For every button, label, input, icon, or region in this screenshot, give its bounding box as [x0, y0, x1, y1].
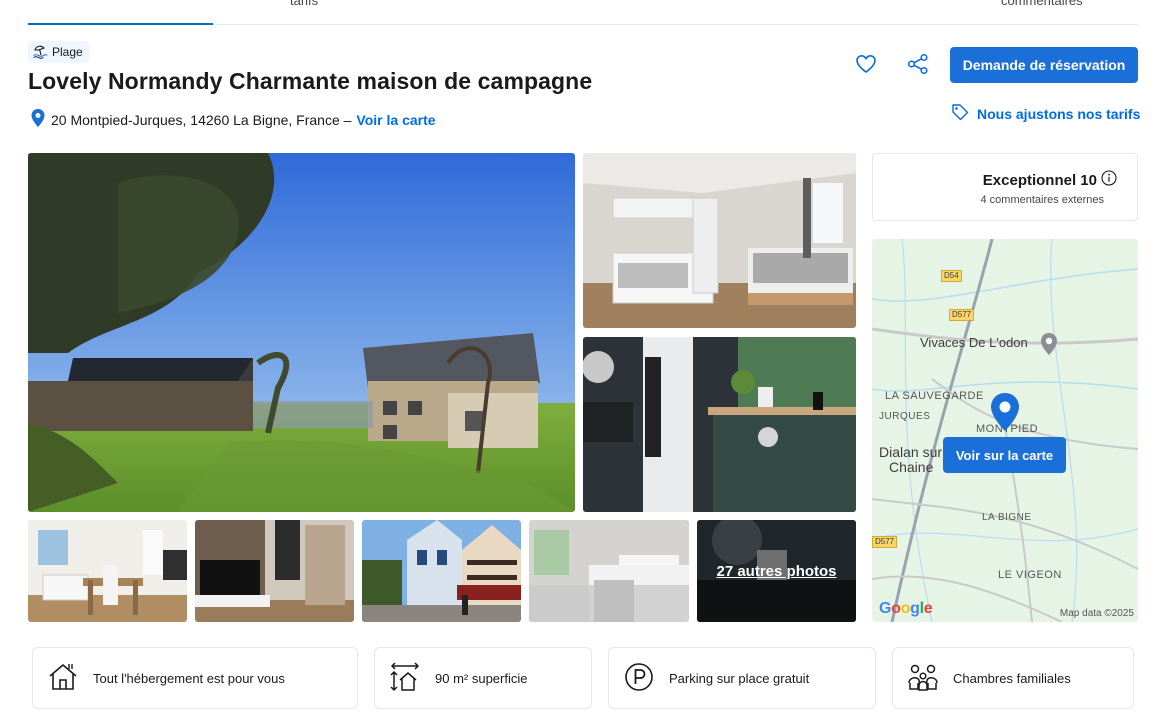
road-d577-south: D577 — [872, 536, 898, 548]
facility-entire-place: Tout l'hébergement est pour vous — [32, 647, 358, 709]
map-place-dialan: Dialan sur — [879, 444, 943, 460]
thumb-bedroom-double[interactable] — [529, 520, 689, 622]
thumb-village[interactable] — [362, 520, 521, 622]
map-place-sauvegarde: LA SAUVEGARDE — [885, 390, 984, 402]
price-match-link[interactable]: Nous ajustons nos tarifs — [951, 103, 1140, 124]
map-place-vigeon: LE VIGEON — [998, 569, 1062, 581]
tab-tarifs[interactable]: tarifs — [290, 0, 318, 8]
facility-label: Tout l'hébergement est pour vous — [93, 670, 285, 686]
info-icon[interactable] — [1101, 170, 1117, 190]
price-match-label: Nous ajustons nos tarifs — [977, 105, 1141, 122]
parking-icon — [623, 661, 655, 696]
active-tab-indicator — [28, 23, 213, 25]
review-score-card[interactable]: Exceptionnel 10 4 commentaires externes — [872, 153, 1138, 221]
road-d577-north: D577 — [949, 309, 975, 321]
facility-label: Parking sur place gratuit — [669, 670, 810, 686]
location-pin-icon — [30, 108, 46, 131]
house-icon — [47, 661, 79, 696]
map-place-chaine: Chaine — [889, 459, 934, 475]
price-tag-icon — [951, 103, 969, 124]
road-d54: D54 — [941, 270, 962, 282]
favorite-button[interactable] — [851, 51, 881, 81]
photo-bedroom-bunk[interactable] — [583, 153, 856, 328]
thumb-dining[interactable] — [28, 520, 187, 622]
map-poi-icon — [1039, 332, 1059, 356]
share-icon — [906, 52, 930, 81]
more-photos-tile[interactable]: 27 autres photos — [697, 520, 856, 622]
beach-icon — [32, 43, 48, 62]
property-location-pin-icon — [989, 392, 1021, 432]
facility-label: 90 m² superficie — [435, 670, 528, 686]
tab-commentaires[interactable]: commentaires — [1001, 0, 1083, 8]
property-title: Lovely Normandy Charmante maison de camp… — [28, 68, 593, 94]
share-button[interactable] — [903, 51, 933, 81]
facility-label: Chambres familiales — [953, 670, 1071, 686]
photo-bathroom[interactable] — [583, 337, 856, 512]
heart-icon — [854, 52, 878, 81]
badge-label: Plage — [52, 45, 83, 59]
map-data-attribution[interactable]: Map data ©2025 — [1060, 608, 1134, 619]
reserve-button[interactable]: Demande de réservation — [950, 47, 1138, 83]
show-on-map-button[interactable]: Voir sur la carte — [943, 437, 1066, 473]
show-map-link[interactable]: Voir la carte — [356, 112, 435, 128]
review-score-row: Exceptionnel 10 — [873, 170, 1117, 190]
review-count: 4 commentaires externes — [980, 194, 1105, 206]
facility-parking: Parking sur place gratuit — [608, 647, 876, 709]
section-tabs: tarifs commentaires — [28, 0, 1138, 25]
facility-family-rooms: Chambres familiales — [892, 647, 1134, 709]
review-score-label: Exceptionnel 10 — [982, 171, 1097, 189]
google-logo: Google — [879, 600, 933, 617]
more-photos-label[interactable]: 27 autres photos — [716, 563, 836, 580]
property-address: 20 Montpied-Jurques, 14260 La Bigne, Fra… — [30, 108, 436, 131]
map-place-vivaces: Vivaces De L'odon — [920, 335, 1028, 350]
map-preview[interactable]: D54 D577 D577 Vivaces De L'odon LA SAUVE… — [872, 239, 1138, 622]
more-photos-overlay: 27 autres photos — [697, 520, 856, 622]
area-icon — [389, 661, 421, 696]
map-place-jurques: JURQUES — [879, 411, 931, 422]
beach-badge: Plage — [28, 41, 89, 63]
family-icon — [907, 661, 939, 696]
address-text: 20 Montpied-Jurques, 14260 La Bigne, Fra… — [51, 111, 352, 128]
map-place-labigne: LA BIGNE — [982, 512, 1032, 523]
facility-area: 90 m² superficie — [374, 647, 592, 709]
main-photo[interactable] — [28, 153, 575, 512]
thumb-living[interactable] — [195, 520, 354, 622]
